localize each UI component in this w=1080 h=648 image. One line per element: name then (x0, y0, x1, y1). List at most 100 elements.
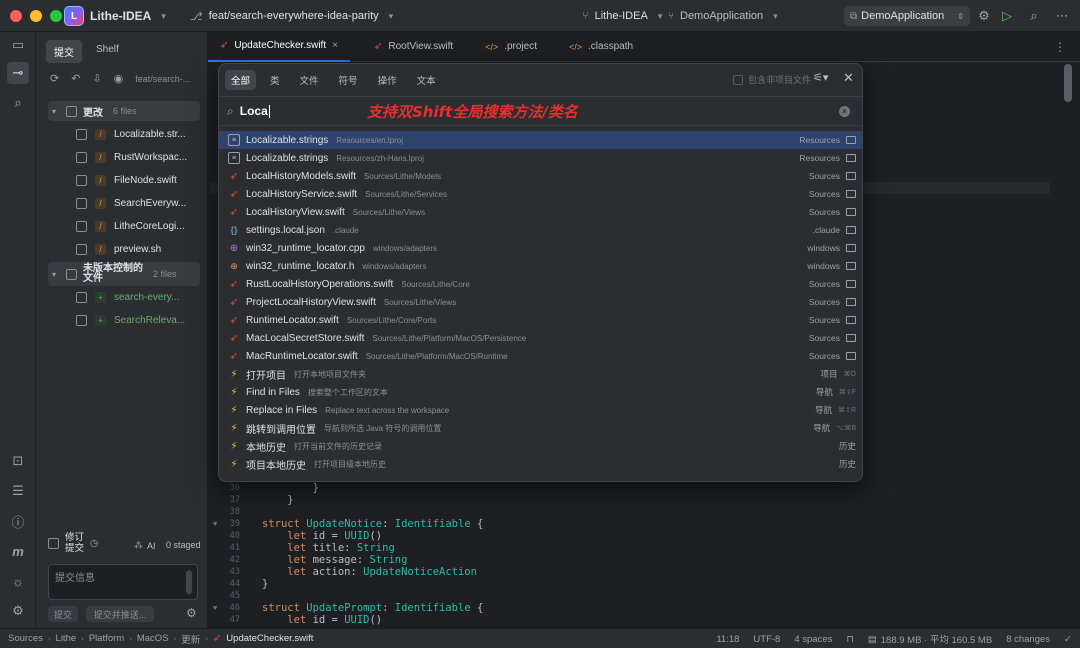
search-result-row[interactable]: ⚡ Find in Files 搜索整个工作区的文本 导航 ⌘⇧F (219, 383, 862, 401)
input-scrollbar[interactable] (186, 570, 192, 594)
search-result-row[interactable]: ≡ Localizable.strings Resources/zh-Hans.lp… (219, 149, 862, 167)
shelve-icon[interactable]: ⇩ (92, 72, 101, 85)
search-result-row[interactable]: ➶ MacRuntimeLocator.swift Sources/Lithe/Pl… (219, 347, 862, 365)
problems-icon[interactable]: ⓘ (7, 510, 29, 532)
lock-icon[interactable]: ⊓ (846, 634, 853, 645)
history-clock-icon[interactable]: ◷ (90, 538, 98, 549)
clear-search-icon[interactable]: × (839, 106, 850, 117)
changes-count[interactable]: 8 changes (1006, 634, 1050, 645)
search-field[interactable]: ⌕ Loca 支持双Shift全局搜索方法/类名 × (219, 96, 862, 126)
file-checkbox[interactable] (76, 220, 87, 232)
search-result-row[interactable]: ⚡ 打开项目 打开本地项目文件夹 项目 ⌘O (219, 365, 862, 383)
rollback-icon[interactable]: ↶ (71, 72, 80, 85)
list-item[interactable]: + SearchReleva... (76, 310, 224, 330)
close-window-button[interactable] (10, 9, 22, 22)
search-result-row[interactable]: ➶ RuntimeLocator.swift Sources/Lithe/Core/… (219, 311, 862, 329)
filter-icon[interactable]: ⚟▾ (813, 71, 828, 84)
search-result-row[interactable]: ⚡ Replace in Files Replace text across the… (219, 401, 862, 419)
tab-root-view[interactable]: ➶ RootView.swift (362, 32, 465, 62)
fold-arrow-icon[interactable]: ▼ (213, 604, 217, 612)
terminal-icon[interactable]: ⊡ (7, 450, 29, 472)
list-item[interactable]: / preview.sh (76, 239, 224, 259)
breadcrumb-item[interactable]: UpdateChecker.swift (226, 633, 313, 644)
file-checkbox[interactable] (76, 174, 87, 186)
list-item[interactable]: / LitheCoreLogi... (76, 216, 224, 236)
file-checkbox[interactable] (76, 128, 87, 140)
commit-message-input[interactable]: 提交信息 (48, 564, 198, 600)
commit-and-push-button[interactable]: 提交并推送... (86, 606, 154, 622)
search-result-row[interactable]: ➶ LocalHistoryView.swift Sources/Lithe/Vie… (219, 203, 862, 221)
ai-assistant-icon[interactable]: m (7, 540, 29, 562)
file-encoding[interactable]: UTF-8 (753, 634, 780, 645)
project-folder-icon[interactable]: ▭ (7, 34, 29, 56)
changes-group[interactable]: ▾ 更改 6 files (48, 101, 200, 121)
module-selector[interactable]: ⑂ DemoApplication ▾ (668, 0, 778, 32)
fold-arrow-icon[interactable]: ▼ (213, 520, 217, 528)
tab-files[interactable]: 文件 (294, 70, 325, 90)
tab-classpath[interactable]: </> .classpath (557, 32, 645, 62)
amend-option[interactable]: 修订 提交 ◷ (48, 532, 98, 554)
search-result-row[interactable]: ⊕ win32_runtime_locator.h windows/adapters… (219, 257, 862, 275)
search-result-row[interactable]: ➶ MacLocalSecretStore.swift Sources/Lithe/… (219, 329, 862, 347)
breadcrumb-item[interactable]: Platform (89, 633, 124, 644)
breadcrumb-item[interactable]: Sources (8, 633, 43, 644)
tab-symbols[interactable]: 符号 (333, 70, 364, 90)
search-result-row[interactable]: ⚡ 跳转到调用位置 导航到所选 Java 符号的调用位置 导航 ⌥⌘B (219, 419, 862, 437)
search-result-row[interactable]: ➶ LocalHistoryModels.swift Sources/Lithe/M… (219, 167, 862, 185)
search-input[interactable]: Loca (240, 104, 268, 118)
unversioned-group[interactable]: ▾ 未版本控制的 文件 2 files (48, 262, 200, 286)
preview-eye-icon[interactable]: ◉ (114, 72, 124, 85)
tab-shelf[interactable]: Shelf (88, 40, 127, 63)
chevron-down-icon[interactable]: ▾ (52, 270, 60, 279)
project-switcher[interactable]: L Lithe-IDEA ▾ (64, 0, 166, 32)
include-non-project-checkbox[interactable] (733, 74, 743, 85)
debug-bug-icon[interactable]: ☼ (7, 570, 29, 592)
tab-all[interactable]: 全部 (225, 70, 257, 90)
search-result-row[interactable]: ➶ ProjectLocalHistoryView.swift Sources/Li… (219, 293, 862, 311)
amend-checkbox[interactable] (48, 537, 59, 549)
tabs-more-icon[interactable]: ⋮ (1054, 40, 1066, 54)
file-checkbox[interactable] (76, 291, 87, 303)
refresh-icon[interactable]: ⟳ (50, 72, 59, 85)
breadcrumb-item[interactable]: 更新 (181, 632, 200, 646)
file-checkbox[interactable] (76, 151, 87, 163)
search-result-row[interactable]: ⚡ 项目本地历史 打开项目级本地历史 历史 (219, 455, 862, 473)
editor-scrollbar[interactable] (1064, 64, 1072, 102)
search-result-row[interactable]: ⊕ win32_runtime_locator.cpp windows/adapte… (219, 239, 862, 257)
search-result-row[interactable]: ⚡ 本地历史 打开当前文件的历史记录 历史 (219, 437, 862, 455)
settings-icon[interactable]: ⚙ (7, 600, 29, 622)
ai-commit-button[interactable]: ⁂ AI (134, 540, 156, 551)
tab-update-checker[interactable]: ➶ UpdateChecker.swift × (208, 32, 350, 62)
status-ok-icon[interactable]: ✓ (1064, 634, 1072, 645)
search-result-row[interactable]: {} settings.local.json .claude .claude (219, 221, 862, 239)
list-item[interactable]: / FileNode.swift (76, 170, 224, 190)
zoom-window-button[interactable] (50, 9, 62, 22)
find-icon[interactable]: ⌕ (7, 92, 29, 114)
project-selector[interactable]: ⑂ Lithe-IDEA ▾ (582, 0, 662, 32)
memory-indicator[interactable]: ▤ 188.9 MB · 平均 160.5 MB (868, 632, 992, 647)
file-checkbox[interactable] (76, 197, 87, 209)
chevron-down-icon[interactable]: ▾ (52, 107, 60, 116)
run-configuration-selector[interactable]: ⧉ DemoApplication ⇕ (844, 6, 970, 26)
more-menu-icon[interactable]: ⋯ (1052, 8, 1072, 24)
tab-text[interactable]: 文本 (411, 70, 442, 90)
close-tab-icon[interactable]: × (332, 40, 338, 51)
file-checkbox[interactable] (76, 314, 87, 326)
run-play-icon[interactable]: ▷ (999, 8, 1015, 24)
cursor-position[interactable]: 11:18 (716, 634, 739, 645)
indent-setting[interactable]: 4 spaces (794, 634, 832, 645)
include-non-project-option[interactable]: 包含非项目文件 (733, 73, 811, 86)
close-icon[interactable]: ✕ (843, 70, 854, 86)
group-checkbox[interactable] (66, 105, 77, 117)
commit-options-gear-icon[interactable]: ⚙ (186, 606, 197, 620)
tab-project[interactable]: </> .project (473, 32, 549, 62)
search-result-row[interactable]: ≡ Localizable.strings Resources/en.lproj Re… (219, 131, 862, 149)
log-icon[interactable]: ☰ (7, 480, 29, 502)
file-checkbox[interactable] (76, 243, 87, 255)
breadcrumb-item[interactable]: Lithe (56, 633, 77, 644)
search-result-row[interactable]: ➶ RustLocalHistoryOperations.swift Sources… (219, 275, 862, 293)
list-item[interactable]: / RustWorkspac... (76, 147, 224, 167)
breadcrumb-item[interactable]: MacOS (137, 633, 169, 644)
settings-gear-icon[interactable]: ⚙ (976, 8, 992, 24)
list-item[interactable]: + search-every... (76, 287, 224, 307)
